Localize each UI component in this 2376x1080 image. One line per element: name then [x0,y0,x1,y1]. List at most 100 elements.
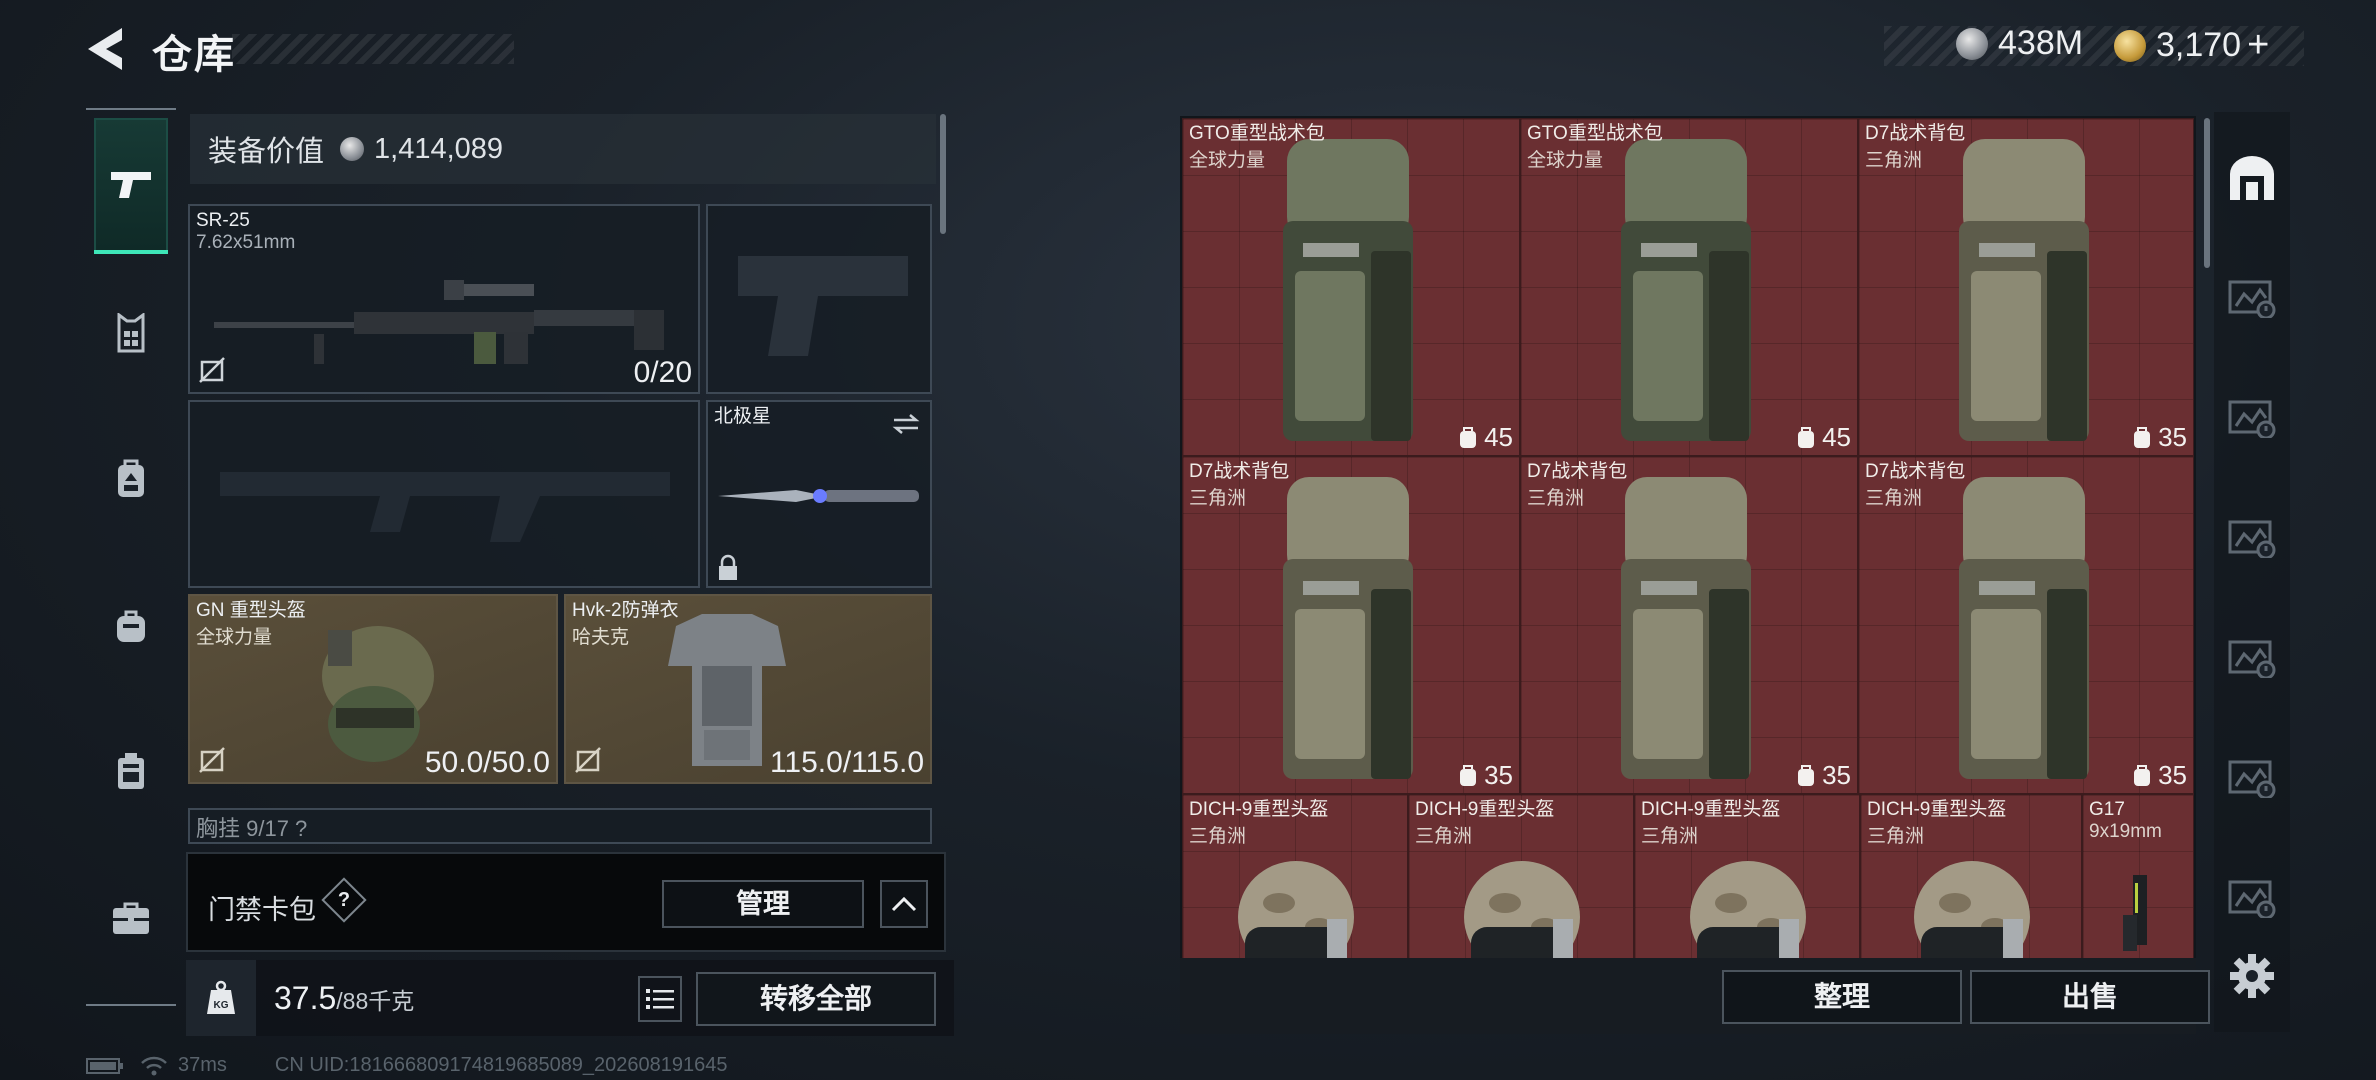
stash-page-tab-4[interactable] [2214,500,2290,576]
transfer-all-button[interactable]: 转移全部 [696,972,936,1026]
nav-divider-top [86,108,176,110]
stash-page-tab-5[interactable] [2214,620,2290,696]
stash-item-backpack[interactable]: D7战术背包 三角洲 35 [1520,456,1858,794]
manage-button[interactable]: 管理 [662,880,864,928]
nav-item-keys[interactable] [94,882,168,956]
item-brand: 三角洲 [1527,488,1585,509]
locked-page-icon [2228,640,2276,678]
equipment-value-label: 装备价值 [208,136,325,168]
backpack-capacity-icon [1798,426,1815,448]
weight-readout: 37.5/88千克 [274,980,414,1017]
helmet-slot[interactable]: GN 重型头盔 全球力量 50.0/50.0 [188,594,558,784]
stash-item-helmet[interactable]: DICH-9重型头盔 三角洲 [1860,794,2082,958]
helmet-image [1238,861,1354,958]
wifi-icon [141,1056,167,1075]
help-icon[interactable]: ? [321,877,367,923]
pistol-image [2123,875,2147,951]
stash-scrollbar[interactable] [2204,118,2210,268]
vest-icon [117,313,145,353]
helmet-image [322,626,434,762]
stash-page-tabs [2214,112,2290,1032]
armor-slot[interactable]: Hvk-2防弹衣 哈夫克 115.0/115.0 [564,594,932,784]
helmet-name: GN 重型头盔 [196,600,306,621]
keycard-pack-bar: 门禁卡包 ? 管理 [186,852,946,952]
silver-currency: 438M [1956,24,2083,63]
sr25-rifle-image [214,280,664,364]
warehouse-icon [2230,156,2274,200]
nav-item-weapons[interactable] [94,118,168,254]
melee-slot[interactable]: 北极星 [706,400,932,588]
item-brand: 三角洲 [1415,826,1473,847]
locked-page-icon [2228,280,2276,318]
backpack-image [1621,477,1751,779]
silver-coin-icon [340,137,365,161]
item-name: D7战术背包 [1865,461,1966,482]
secondary-weapon-slot-empty[interactable] [188,400,700,588]
chest-rig-slot[interactable]: 胸挂 9/17 ? [188,808,932,844]
list-view-button[interactable] [638,976,682,1022]
item-name: D7战术背包 [1865,123,1966,144]
stash-item-backpack[interactable]: D7战术背包 三角洲 35 [1182,456,1520,794]
helmet-image [1914,861,2030,958]
equipment-value-bar: 装备价值 1,414,089 [190,114,936,184]
nav-item-containers[interactable] [94,734,168,808]
collapse-button[interactable] [880,880,928,928]
capacity-value: 35 [2158,422,2187,452]
briefcase-icon [113,902,149,934]
melee-name: 北极星 [714,406,772,427]
stash-page-tab-7[interactable] [2214,860,2290,936]
stash-item-pistol[interactable]: G17 9x19mm [2082,794,2194,958]
add-currency-button[interactable]: + [2247,24,2269,67]
helmet-image [1690,861,1806,958]
stash-item-backpack[interactable]: D7战术背包 三角洲 35 [1858,456,2194,794]
helmet-brand: 全球力量 [196,627,273,648]
gold-amount: 3,170 [2156,26,2242,64]
item-capacity: 35 [2132,760,2187,791]
nav-item-armor[interactable] [94,296,168,370]
stash-item-helmet[interactable]: DICH-9重型头盔 三角洲 [1408,794,1634,958]
capacity-value: 35 [1822,760,1851,790]
primary-weapon-slot[interactable]: SR-25 7.62x51mm 0/20 [188,204,700,394]
battery-icon [86,1057,123,1074]
armor-brand: 哈夫克 [572,627,630,648]
back-button[interactable] [84,26,128,72]
silver-coin-icon [1956,27,1988,60]
backpack-capacity-icon [2134,426,2151,448]
stash-item-helmet[interactable]: DICH-9重型头盔 三角洲 [1634,794,1860,958]
weight-icon-box: KG [186,960,256,1036]
stash-page-tab-main[interactable] [2214,140,2290,216]
swap-icon[interactable] [890,412,922,436]
uninsured-icon [199,747,225,773]
pistol-slot-empty[interactable] [706,204,932,394]
sort-button[interactable]: 整理 [1722,970,1962,1024]
sell-button[interactable]: 出售 [1970,970,2210,1024]
capacity-value: 35 [1484,760,1513,790]
current-weight: 37.5 [274,980,337,1016]
gold-currency[interactable]: 3,170 + [2114,24,2269,67]
category-nav [86,108,176,1006]
item-name: GTO重型战术包 [1189,123,1325,144]
backpack-capacity-icon [1460,764,1477,786]
backpack-capacity-icon [1460,426,1477,448]
item-name: D7战术背包 [1189,461,1290,482]
stash-page-tab-6[interactable] [2214,740,2290,816]
nav-item-supplies[interactable] [94,590,168,664]
nav-item-backpack[interactable] [94,442,168,516]
pouch-icon [117,610,145,642]
knife-image [718,489,919,503]
loadout-scrollbar[interactable] [940,114,946,234]
weight-bar: KG 37.5/88千克 转移全部 [186,960,954,1036]
case-icon [118,753,144,789]
backpack-image [1959,477,2089,779]
stash-page-tab-2[interactable] [2214,260,2290,336]
stash-item-backpack[interactable]: D7战术背包 三角洲 35 [1858,118,2194,456]
locked-page-icon [2228,760,2276,798]
settings-gear-icon[interactable] [2226,950,2278,1002]
uninsured-icon [575,747,601,773]
locked-page-icon [2228,400,2276,438]
stash-item-backpack[interactable]: GTO重型战术包 全球力量 45 [1520,118,1858,456]
stash-item-backpack[interactable]: GTO重型战术包 全球力量 45 [1182,118,1520,456]
item-name: DICH-9重型头盔 [1867,799,2007,820]
stash-page-tab-3[interactable] [2214,380,2290,456]
stash-item-helmet[interactable]: DICH-9重型头盔 三角洲 [1182,794,1408,958]
